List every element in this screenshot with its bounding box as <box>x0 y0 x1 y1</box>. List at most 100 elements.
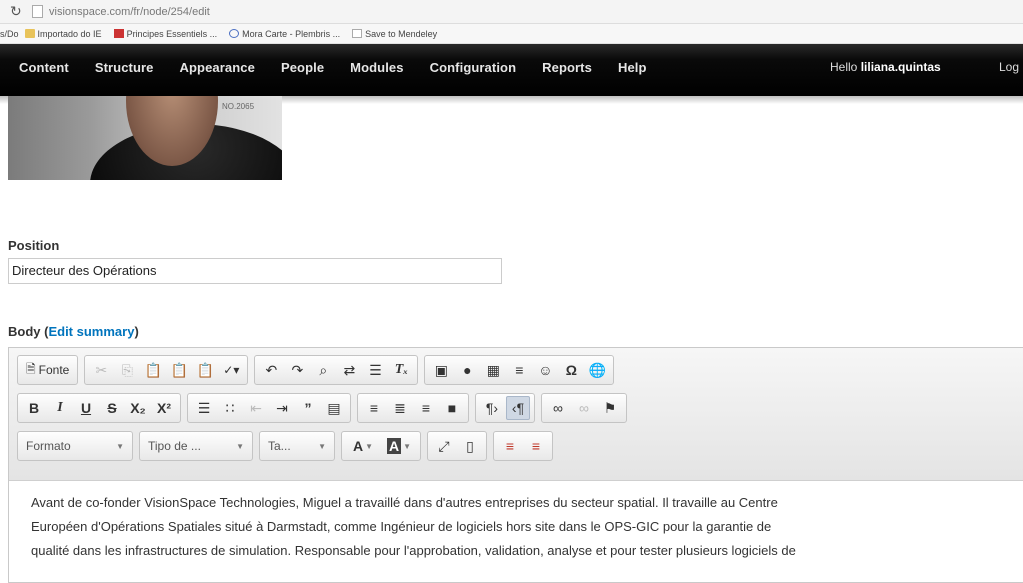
indent-icon[interactable]: ⇥ <box>270 396 294 420</box>
bookmark-item[interactable]: Save to Mendeley <box>352 29 437 39</box>
admin-menu: Content Structure Appearance People Modu… <box>0 60 673 75</box>
redo-icon[interactable]: ↷ <box>285 358 309 382</box>
toolbar-group: ≡ ≣ ≡ ■ <box>357 393 469 423</box>
anchor-flag-icon[interactable]: ⚑ <box>598 396 622 420</box>
content-line: Avant de co-fonder VisionSpace Technolog… <box>31 495 778 510</box>
iframe-icon[interactable]: 🌐 <box>585 358 609 382</box>
chevron-down-icon: ▼ <box>116 441 124 451</box>
toolbar-group: ≡ ≡ <box>493 431 553 461</box>
table-icon[interactable]: ▦ <box>481 358 505 382</box>
toolbar-group: ¶› ‹¶ <box>475 393 535 423</box>
copy-icon[interactable]: ⎘ <box>115 358 139 382</box>
strike-red-alt-icon[interactable]: ≡ <box>524 434 548 458</box>
url-field[interactable]: visionspace.com/fr/node/254/edit <box>49 6 210 18</box>
replace-icon[interactable]: ⇄ <box>337 358 361 382</box>
paste-word-icon[interactable]: 📋 <box>193 358 217 382</box>
bookmark-label: Save to Mendeley <box>365 28 438 39</box>
find-icon[interactable]: ⌕ <box>311 358 335 382</box>
photo-badge: NO.2065 <box>222 102 255 111</box>
rtl-icon[interactable]: ‹¶ <box>506 396 530 420</box>
spellcheck-icon[interactable]: ✓▾ <box>219 358 243 382</box>
paste-text-icon[interactable]: 📋 <box>167 358 191 382</box>
paste-icon[interactable]: 📋 <box>141 358 165 382</box>
horizontal-rule-icon[interactable]: ≡ <box>507 358 531 382</box>
position-label: Position <box>8 238 60 253</box>
bulleted-list-icon[interactable]: ∷ <box>218 396 242 420</box>
editor-toolbar: 🗎 Fonte ✂ ⎘ 📋 📋 📋 ✓▾ ↶ ↷ ⌕ ⇄ ☰ Tₓ ▣ ● ▦ … <box>9 348 1023 481</box>
bookmark-item[interactable]: Principes Essentiels ... <box>113 29 217 39</box>
toolbar-row: Formato ▼ Tipo de ... ▼ Ta... ▼ A ▼ A ▼ ⤢ … <box>17 431 1023 464</box>
numbered-list-icon[interactable]: ☰ <box>192 396 216 420</box>
menu-item-modules[interactable]: Modules <box>350 60 403 75</box>
username-link[interactable]: liliana.quintas <box>861 60 941 74</box>
toolbar-group: A ▼ A ▼ <box>341 431 421 461</box>
source-button[interactable]: 🗎 Fonte <box>22 358 73 382</box>
circle-icon <box>229 29 240 38</box>
strikethrough-icon[interactable]: S <box>100 396 124 420</box>
menu-item-reports[interactable]: Reports <box>542 60 592 75</box>
maximize-icon[interactable]: ⤢ <box>432 434 456 458</box>
toolbar-group: 🗎 Fonte <box>17 355 79 385</box>
format-select[interactable]: Formato ▼ <box>17 431 133 461</box>
cut-icon[interactable]: ✂ <box>89 358 113 382</box>
strike-red-icon[interactable]: ≡ <box>498 434 522 458</box>
link-icon[interactable]: ∞ <box>546 396 570 420</box>
reload-icon[interactable]: ↻ <box>10 3 28 20</box>
align-right-icon[interactable]: ≡ <box>414 396 438 420</box>
undo-icon[interactable]: ↶ <box>259 358 283 382</box>
font-select-label: Tipo de ... <box>148 439 201 453</box>
bookmark-item[interactable]: Mora Carte - Plembris ... <box>229 29 340 39</box>
special-char-icon[interactable]: Ω <box>559 358 583 382</box>
edit-summary-link[interactable]: Edit summary <box>48 324 134 339</box>
editor-content[interactable]: Avant de co-fonder VisionSpace Technolog… <box>9 481 1023 563</box>
chevron-down-icon: ▼ <box>318 441 326 451</box>
menu-item-structure[interactable]: Structure <box>95 60 154 75</box>
menu-item-help[interactable]: Help <box>618 60 647 75</box>
toolbar-row: 🗎 Fonte ✂ ⎘ 📋 📋 📋 ✓▾ ↶ ↷ ⌕ ⇄ ☰ Tₓ ▣ ● ▦ … <box>17 355 1023 388</box>
underline-icon[interactable]: U <box>74 396 98 420</box>
bookmark-item[interactable]: Importado do IE <box>24 28 102 39</box>
toolbar-group: B I U S X₂ X² <box>17 393 181 423</box>
logout-link[interactable]: Log <box>999 60 1019 74</box>
toolbar-group: ☰ ∷ ⇤ ⇥ ” ▤ <box>187 393 351 423</box>
menu-item-people[interactable]: People <box>281 60 324 75</box>
remove-format-icon[interactable]: Tₓ <box>389 358 413 382</box>
bold-icon[interactable]: B <box>22 396 46 420</box>
blockquote-icon[interactable]: ” <box>296 396 320 420</box>
select-all-icon[interactable]: ☰ <box>363 358 387 382</box>
bookmark-favicon-icon <box>113 29 124 38</box>
font-select[interactable]: Tipo de ... ▼ <box>139 431 253 461</box>
image-icon[interactable]: ▣ <box>429 358 453 382</box>
unlink-icon[interactable]: ∞ <box>572 396 596 420</box>
toolbar-row: B I U S X₂ X² ☰ ∷ ⇤ ⇥ ” ▤ ≡ ≣ ≡ ■ ¶› ‹¶ … <box>17 393 1023 426</box>
position-input[interactable]: Directeur des Opérations <box>8 258 502 284</box>
toolbar-group: ▣ ● ▦ ≡ ☺ Ω 🌐 <box>424 355 615 385</box>
menu-item-content[interactable]: Content <box>19 60 69 75</box>
align-center-icon[interactable]: ≣ <box>388 396 412 420</box>
align-left-icon[interactable]: ≡ <box>362 396 386 420</box>
outdent-icon[interactable]: ⇤ <box>244 396 268 420</box>
body-label: Body (Edit summary) <box>8 324 139 339</box>
flash-icon[interactable]: ● <box>455 358 479 382</box>
smiley-icon[interactable]: ☺ <box>533 358 557 382</box>
div-icon[interactable]: ▤ <box>322 396 346 420</box>
superscript-icon[interactable]: X² <box>152 396 176 420</box>
background-color-icon[interactable]: A ▼ <box>382 434 416 458</box>
menu-item-appearance[interactable]: Appearance <box>180 60 255 75</box>
bookmarks-prefix: s/Do <box>0 28 19 39</box>
text-color-icon[interactable]: A ▼ <box>346 434 380 458</box>
italic-icon[interactable]: I <box>48 396 72 420</box>
align-justify-icon[interactable]: ■ <box>440 396 464 420</box>
toolbar-group: ✂ ⎘ 📋 📋 📋 ✓▾ <box>84 355 249 385</box>
source-icon: 🗎 <box>26 361 36 376</box>
show-blocks-icon[interactable]: ▯ <box>458 434 482 458</box>
chevron-down-icon: ▼ <box>236 441 244 451</box>
menu-item-configuration[interactable]: Configuration <box>430 60 517 75</box>
bookmark-label: Importado do IE <box>37 28 102 39</box>
subscript-icon[interactable]: X₂ <box>126 396 150 420</box>
size-select[interactable]: Ta... ▼ <box>259 431 335 461</box>
bookmarks-bar: s/Do Importado do IE Principes Essentiel… <box>0 24 1023 44</box>
document-icon <box>352 29 363 38</box>
ltr-icon[interactable]: ¶› <box>480 396 504 420</box>
format-select-label: Formato <box>26 439 71 453</box>
